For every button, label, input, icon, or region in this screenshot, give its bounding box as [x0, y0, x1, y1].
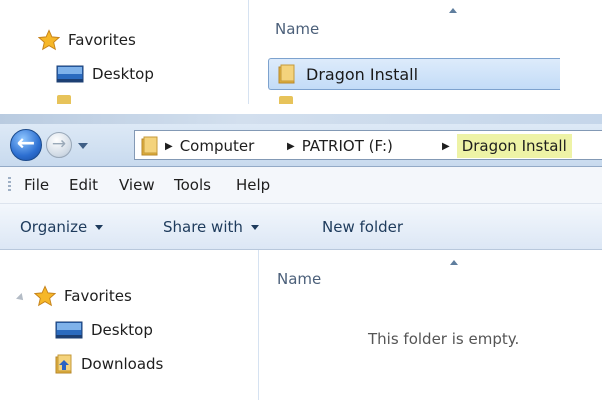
back-arrow-icon: ←	[16, 131, 36, 156]
sort-ascending-icon	[450, 260, 458, 265]
nav-item-label: Desktop	[91, 321, 153, 339]
forward-button[interactable]: →	[46, 132, 72, 158]
toolbar-grip[interactable]	[8, 177, 11, 193]
nav-item-downloads[interactable]: Downloads	[55, 352, 163, 376]
column-header-name[interactable]: Name	[277, 270, 321, 288]
folder-icon	[278, 64, 295, 84]
nav-item-label: Favorites	[68, 31, 136, 49]
expand-arrow-icon[interactable]	[16, 293, 26, 303]
pane-divider[interactable]	[248, 0, 249, 104]
nav-item-label: Favorites	[64, 287, 132, 305]
star-icon	[34, 285, 56, 307]
nav-item-label: Downloads	[81, 355, 164, 373]
downloads-folder-icon	[55, 354, 72, 374]
menu-file[interactable]: File	[20, 173, 53, 197]
nav-item-favorites[interactable]: Favorites	[38, 28, 136, 52]
chevron-right-icon[interactable]: ▶	[442, 141, 450, 152]
menu-tools[interactable]: Tools	[170, 173, 215, 197]
empty-folder-message: This folder is empty.	[368, 330, 520, 348]
file-name: Dragon Install	[306, 64, 419, 84]
navigation-pane: Favorites Desktop	[0, 0, 248, 104]
nav-item-favorites[interactable]: Favorites	[34, 284, 132, 308]
chevron-down-icon	[250, 224, 259, 230]
back-button[interactable]: ←	[10, 129, 42, 161]
navigation-pane: Favorites Desktop Downloads	[0, 250, 258, 400]
command-bar: Organize Share with New folder	[0, 204, 602, 250]
title-bar	[0, 114, 602, 124]
chevron-down-icon	[95, 224, 104, 230]
breadcrumb-computer[interactable]: ▶ Computer	[165, 134, 254, 158]
menu-bar: File Edit View Tools Help	[0, 167, 602, 204]
menu-help[interactable]: Help	[232, 173, 274, 197]
explorer-window: ← → ▶ Computer ▶ PATRIOT (F:) ▶ Dragon I…	[0, 114, 602, 400]
forward-arrow-icon: →	[51, 134, 67, 154]
desktop-icon	[56, 65, 84, 83]
nav-item-label: Desktop	[92, 65, 154, 83]
folder-icon	[141, 136, 158, 156]
downloads-folder-icon	[57, 95, 71, 104]
address-bar[interactable]: ▶ Computer ▶ PATRIOT (F:) ▶ Dragon Insta…	[134, 130, 602, 160]
column-header-name[interactable]: Name	[275, 20, 319, 38]
organize-button[interactable]: Organize	[20, 215, 104, 239]
star-icon	[38, 29, 60, 51]
chevron-right-icon[interactable]: ▶	[287, 141, 295, 152]
chevron-right-icon[interactable]: ▶	[165, 141, 173, 152]
breadcrumb-dragon-install[interactable]: ▶ Dragon Install	[442, 134, 572, 158]
sort-ascending-icon	[449, 8, 457, 13]
menu-edit[interactable]: Edit	[65, 173, 102, 197]
navigation-bar: ← → ▶ Computer ▶ PATRIOT (F:) ▶ Dragon I…	[0, 124, 602, 167]
recent-locations-dropdown[interactable]	[78, 143, 88, 149]
breadcrumb-highlight: Dragon Install	[456, 134, 572, 158]
nav-item-desktop[interactable]: Desktop	[56, 62, 154, 86]
pane-divider[interactable]	[258, 250, 259, 400]
nav-item-desktop[interactable]: Desktop	[55, 318, 153, 342]
desktop-icon	[55, 321, 83, 339]
folder-icon	[279, 96, 293, 104]
content-area: Favorites Desktop Downloads Name This fo…	[0, 250, 602, 400]
explorer-crop-top: Favorites Desktop Name Dragon Install	[0, 0, 560, 104]
breadcrumb-patriot-drive[interactable]: ▶ PATRIOT (F:)	[287, 134, 393, 158]
menu-view[interactable]: View	[115, 173, 159, 197]
share-with-button[interactable]: Share with	[163, 215, 259, 239]
file-row-selected[interactable]: Dragon Install	[268, 58, 560, 90]
new-folder-button[interactable]: New folder	[322, 215, 403, 239]
